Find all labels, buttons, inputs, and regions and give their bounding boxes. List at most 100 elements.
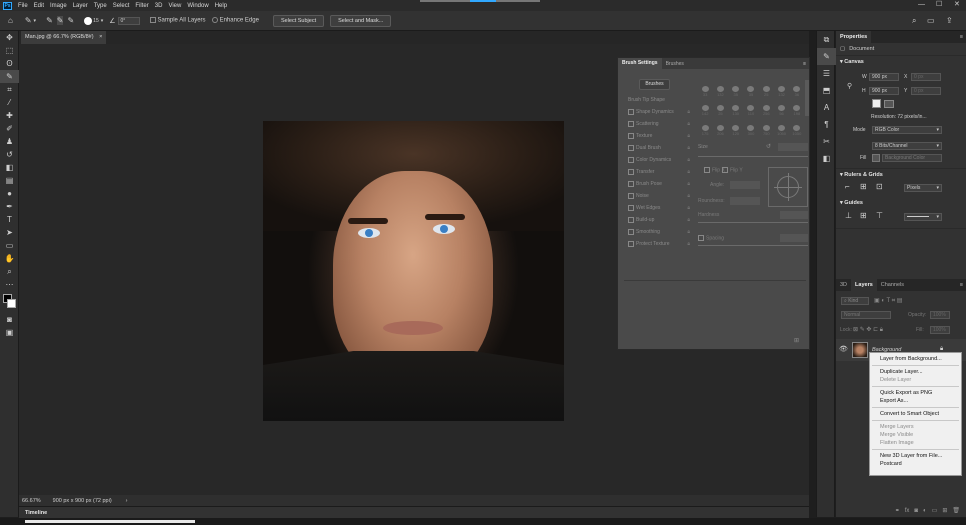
brush-preset-cell[interactable]: 750 (759, 117, 773, 136)
brush-preset-cell[interactable]: 198 (790, 98, 804, 116)
eyedropper-tool-icon[interactable]: ⁄ (0, 96, 19, 109)
brush-preset-cell[interactable]: 300 (744, 117, 758, 136)
tools-preset-icon[interactable]: ✂ (817, 133, 836, 150)
zoom-tool-icon[interactable]: ⌕ (0, 265, 19, 278)
portrait-photo[interactable] (263, 121, 564, 421)
layer-style-icon[interactable]: fx (905, 508, 910, 514)
panel-menu-icon[interactable]: ≡ (960, 34, 963, 40)
brush-option-item[interactable]: Brush Pose 🔒︎ (624, 178, 694, 190)
brush-option-item[interactable]: Smoothing 🔒︎ (624, 226, 694, 238)
size-slider[interactable] (698, 156, 808, 157)
tab-properties[interactable]: Properties (836, 31, 872, 43)
lock-icon[interactable]: 🔒︎ (687, 145, 690, 151)
menu-item-quick-export-png[interactable]: Quick Export as PNG (870, 389, 961, 397)
menu-image[interactable]: Image (47, 3, 70, 9)
y-field[interactable]: 0 px (911, 87, 941, 95)
brush-option-item[interactable]: Color Dynamics 🔒︎ (624, 154, 694, 166)
sample-all-layers-checkbox[interactable]: Sample All Layers (149, 17, 206, 24)
fill-dropdown[interactable]: Background Color (882, 154, 942, 162)
brush-preset-cell[interactable]: 175 (698, 117, 712, 136)
brush-preset-cell[interactable]: 120 (729, 117, 743, 136)
new-layer-icon[interactable]: ⊞ (942, 507, 947, 514)
add-to-selection-icon[interactable]: ✎ (56, 16, 64, 25)
brush-angle-preview[interactable] (768, 167, 808, 207)
brush-option-item[interactable]: Noise 🔒︎ (624, 190, 694, 202)
guide-layout-icon[interactable]: ⊞ (860, 211, 867, 220)
hardness-slider[interactable] (698, 222, 808, 223)
guide-color-dropdown[interactable]: ▾ (904, 213, 942, 221)
brush-option-item[interactable]: Dual Brush 🔒︎ (624, 142, 694, 154)
brush-preset-cell[interactable]: 33 (698, 78, 712, 97)
lock-icon[interactable]: 🔒︎ (687, 169, 690, 175)
lock-icon[interactable]: 🔒︎ (687, 109, 690, 115)
quick-selection-preset-icon[interactable]: ✎ (25, 16, 32, 25)
bit-depth-dropdown[interactable]: 8 Bits/Channel ▾ (872, 142, 942, 150)
history-brush-tool-icon[interactable]: ↺ (0, 148, 19, 161)
grid-icon[interactable]: ⊞ (860, 182, 867, 191)
lock-icon[interactable]: 🔒︎ (687, 229, 690, 235)
spacing-checkbox[interactable]: Spacing (698, 235, 724, 241)
menu-filter[interactable]: Filter (132, 3, 151, 9)
angle-field[interactable]: 0° (117, 16, 140, 25)
tab-layers[interactable]: Layers (851, 279, 877, 291)
marquee-tool-icon[interactable]: ⬚ (0, 44, 19, 57)
document-tab[interactable]: Man.jpg @ 66.7% (RGB/8#) × (21, 31, 107, 44)
chevron-down-icon[interactable]: ▾ (34, 18, 37, 24)
brush-preset-cell[interactable]: 35 (729, 78, 743, 97)
character-icon[interactable]: A (817, 99, 836, 116)
guides-section-title[interactable]: ▾ Guides (836, 197, 966, 209)
brush-option-item[interactable]: Texture 🔒︎ (624, 130, 694, 142)
hardness-input[interactable] (780, 211, 808, 219)
brush-option-item[interactable]: Transfer 🔒︎ (624, 166, 694, 178)
brush-option-item[interactable]: Protect Texture 🔒︎ (624, 238, 694, 250)
brush-tool-icon[interactable]: ✐ (0, 122, 19, 135)
menu-edit[interactable]: Edit (31, 3, 47, 9)
panel-menu-icon[interactable]: ≡ (960, 282, 963, 288)
filter-icons[interactable]: ▣ ◐ T ⌗ ▤ (874, 297, 902, 305)
eraser-tool-icon[interactable]: ◧ (0, 161, 19, 174)
tab-brush-settings[interactable]: Brush Settings (618, 58, 662, 69)
panel-menu-icon[interactable]: ≡ (803, 61, 806, 67)
preset-scrollbar[interactable] (805, 80, 809, 116)
menu-item-convert-smart-object[interactable]: Convert to Smart Object (870, 410, 961, 418)
brush-option-item[interactable]: Wet Edges 🔒︎ (624, 202, 694, 214)
lock-icon[interactable]: 🔒︎ (687, 181, 690, 187)
tab-channels[interactable]: Channels (877, 279, 908, 291)
document-size-info[interactable]: 900 px x 900 px (72 ppi) (53, 498, 112, 504)
history-icon[interactable]: ⧉ (817, 31, 836, 48)
brush-preset-cell[interactable]: 256 (759, 98, 773, 116)
landscape-orientation-button[interactable] (884, 100, 894, 108)
brush-option-item[interactable]: Scattering 🔒︎ (624, 118, 694, 130)
zoom-level[interactable]: 66.67% (22, 498, 41, 504)
guide-icon[interactable]: ⊥ (845, 211, 852, 220)
crop-tool-icon[interactable]: ⌗ (0, 83, 19, 96)
filter-kind-dropdown[interactable]: ⌕ Kind (841, 297, 869, 305)
lock-icon[interactable]: 🔒︎ (687, 217, 690, 223)
chevron-right-icon[interactable]: › (126, 498, 128, 504)
lock-options-icons[interactable]: ⊠ ✎ ✥ ⊏ 🔒︎ (853, 326, 883, 334)
portrait-orientation-button[interactable] (872, 99, 881, 108)
home-icon[interactable]: ⌂ (8, 16, 13, 25)
menu-help[interactable]: Help (212, 3, 230, 9)
select-and-mask-button[interactable]: Select and Mask... (330, 14, 392, 27)
guide-from-shape-icon[interactable]: ⊤ (876, 211, 883, 220)
hand-tool-icon[interactable]: ✋ (0, 252, 19, 265)
x-field[interactable]: 0 px (911, 73, 941, 81)
color-swatches[interactable] (0, 291, 19, 313)
opacity-field[interactable]: 100% (930, 311, 950, 319)
timeline-tab[interactable]: Timeline (25, 510, 47, 516)
new-group-icon[interactable]: ▭ (932, 507, 938, 514)
tab-3d[interactable]: 3D (836, 279, 851, 291)
add-mask-icon[interactable]: ◙ (914, 508, 918, 514)
quick-mask-icon[interactable]: ◙ (0, 313, 19, 326)
menu-item-layer-from-background[interactable]: Layer from Background... (870, 355, 961, 363)
menu-item-export-as[interactable]: Export As... (870, 397, 961, 405)
menu-item-new-3d-layer[interactable]: New 3D Layer from File... (870, 452, 961, 460)
brush-preset-cell[interactable]: 1050 (774, 117, 788, 136)
close-icon[interactable]: ✕ (954, 0, 960, 8)
mode-dropdown[interactable]: RGB Color ▾ (872, 126, 942, 134)
create-brush-icon[interactable]: ⊞ (794, 337, 799, 344)
menu-window[interactable]: Window (184, 3, 211, 9)
flip-y-checkbox[interactable]: Flip Y (722, 167, 743, 173)
brush-option-item[interactable]: Brush Tip Shape (624, 94, 694, 106)
